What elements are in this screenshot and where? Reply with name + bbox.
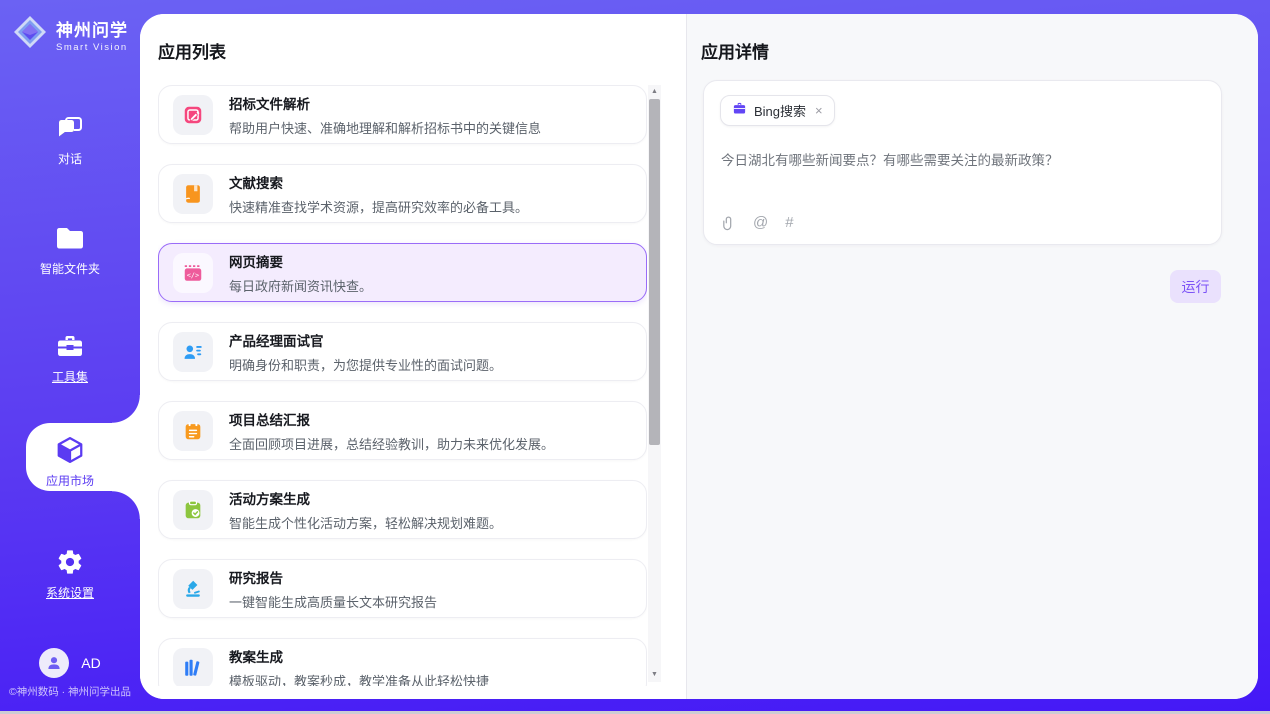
browser-code-icon: </> <box>173 253 213 293</box>
app-list-item[interactable]: 研究报告一键智能生成高质量长文本研究报告 <box>158 559 647 618</box>
app-desc: 一键智能生成高质量长文本研究报告 <box>229 592 437 611</box>
app-list-panel: 应用列表 招标文件解析帮助用户快速、准确地理解和解析招标书中的关键信息文献搜索快… <box>140 14 686 699</box>
app-list-item[interactable]: </> 网页摘要每日政府新闻资讯快查。 <box>158 243 647 302</box>
app-name: 文献搜索 <box>229 172 528 192</box>
app-list-item[interactable]: 教案生成模板驱动，教案秒成，教学准备从此轻松快捷 <box>158 638 647 686</box>
tool-tag-label: Bing搜索 <box>754 101 806 120</box>
avatar[interactable] <box>39 648 69 678</box>
microscope-icon <box>173 569 213 609</box>
app-desc: 明确身份和职责，为您提供专业性的面试问题。 <box>229 355 502 374</box>
tag-close-icon[interactable]: × <box>815 103 823 118</box>
app-name: 网页摘要 <box>229 251 372 271</box>
interviewer-icon <box>173 332 213 372</box>
diamond-logo-icon <box>12 14 48 55</box>
app-desc: 每日政府新闻资讯快查。 <box>229 276 372 295</box>
sidebar-item-label: 智能文件夹 <box>40 260 100 277</box>
app-window: 神州问学 Smart Vision 对话智能文件夹工具集应用市场系统设置 AD … <box>0 0 1270 714</box>
app-desc: 快速精准查找学术资源，提高研究效率的必备工具。 <box>229 197 528 216</box>
app-name: 产品经理面试官 <box>229 330 502 350</box>
scroll-up-icon[interactable]: ▲ <box>648 87 661 97</box>
gear-icon <box>55 547 85 577</box>
copyright-text: ©神州数码 · 神州问学出品 <box>0 684 140 699</box>
paperclip-icon[interactable] <box>721 215 736 231</box>
app-name: 教案生成 <box>229 646 489 666</box>
edit-doc-icon <box>173 95 213 135</box>
sidebar: 神州问学 Smart Vision 对话智能文件夹工具集应用市场系统设置 AD … <box>0 0 140 714</box>
app-detail-title: 应用详情 <box>701 38 769 63</box>
app-list: 招标文件解析帮助用户快速、准确地理解和解析招标书中的关键信息文献搜索快速精准查找… <box>158 85 647 686</box>
scrollbar-thumb[interactable] <box>649 99 660 445</box>
person-icon <box>46 655 62 671</box>
clipboard-check-icon <box>173 490 213 530</box>
app-list-item[interactable]: 活动方案生成智能生成个性化活动方案，轻松解决规划难题。 <box>158 480 647 539</box>
briefcase-icon <box>732 101 747 121</box>
main-panel: 应用列表 招标文件解析帮助用户快速、准确地理解和解析招标书中的关键信息文献搜索快… <box>140 14 1258 699</box>
app-name: 项目总结汇报 <box>229 409 554 429</box>
cube-icon <box>55 435 85 465</box>
sidebar-item-label: 工具集 <box>52 368 88 385</box>
hashtag-icon[interactable]: # <box>785 214 793 231</box>
app-name: 活动方案生成 <box>229 488 502 508</box>
user-row[interactable]: AD <box>0 648 140 678</box>
query-text[interactable]: 今日湖北有哪些新闻要点？有哪些需要关注的最新政策？ <box>721 151 1205 171</box>
toolbox-icon <box>55 331 85 361</box>
folder-icon <box>55 223 85 253</box>
sidebar-item-gear[interactable]: 系统设置 <box>0 542 140 606</box>
app-list-title: 应用列表 <box>158 38 226 63</box>
svg-text:</>: </> <box>187 271 199 279</box>
books-icon <box>173 648 213 687</box>
book-icon <box>173 174 213 214</box>
app-name: 研究报告 <box>229 567 437 587</box>
app-list-item[interactable]: 文献搜索快速精准查找学术资源，提高研究效率的必备工具。 <box>158 164 647 223</box>
brand-logo: 神州问学 Smart Vision <box>0 14 140 55</box>
attach-toolbar: @ # <box>721 214 794 231</box>
sidebar-item-toolbox[interactable]: 工具集 <box>0 326 140 390</box>
app-list-item[interactable]: 招标文件解析帮助用户快速、准确地理解和解析招标书中的关键信息 <box>158 85 647 144</box>
user-initials: AD <box>81 655 100 671</box>
sidebar-item-label: 对话 <box>58 150 82 167</box>
app-desc: 智能生成个性化活动方案，轻松解决规划难题。 <box>229 513 502 532</box>
sidebar-item-folder[interactable]: 智能文件夹 <box>0 218 140 282</box>
run-button[interactable]: 运行 <box>1170 270 1221 303</box>
app-desc: 全面回顾项目进展，总结经验教训，助力未来优化发展。 <box>229 434 554 453</box>
sidebar-item-label: 应用市场 <box>46 472 94 489</box>
sidebar-item-label: 系统设置 <box>46 584 94 601</box>
app-name: 招标文件解析 <box>229 93 541 113</box>
app-list-item[interactable]: 项目总结汇报全面回顾项目进展，总结经验教训，助力未来优化发展。 <box>158 401 647 460</box>
brand-subtitle: Smart Vision <box>56 42 128 53</box>
brand-name: 神州问学 <box>56 16 128 41</box>
scrollbar[interactable]: ▲ ▼ <box>648 85 661 682</box>
notepad-icon <box>173 411 213 451</box>
tool-tag[interactable]: Bing搜索 × <box>720 95 835 126</box>
sidebar-item-cube[interactable]: 应用市场 <box>0 430 140 494</box>
sidebar-item-chat[interactable]: 对话 <box>0 108 140 172</box>
mention-icon[interactable]: @ <box>753 214 768 231</box>
app-detail-panel: 应用详情 Bing搜索 × 今日湖北有哪些新闻要点？有哪些需要关注的最新政策？ <box>686 14 1258 699</box>
query-card[interactable]: Bing搜索 × 今日湖北有哪些新闻要点？有哪些需要关注的最新政策？ @ # <box>703 80 1222 245</box>
chat-icon <box>55 113 85 143</box>
app-desc: 模板驱动，教案秒成，教学准备从此轻松快捷 <box>229 671 489 687</box>
app-desc: 帮助用户快速、准确地理解和解析招标书中的关键信息 <box>229 118 541 137</box>
app-list-item[interactable]: 产品经理面试官明确身份和职责，为您提供专业性的面试问题。 <box>158 322 647 381</box>
scroll-down-icon[interactable]: ▼ <box>648 670 661 680</box>
